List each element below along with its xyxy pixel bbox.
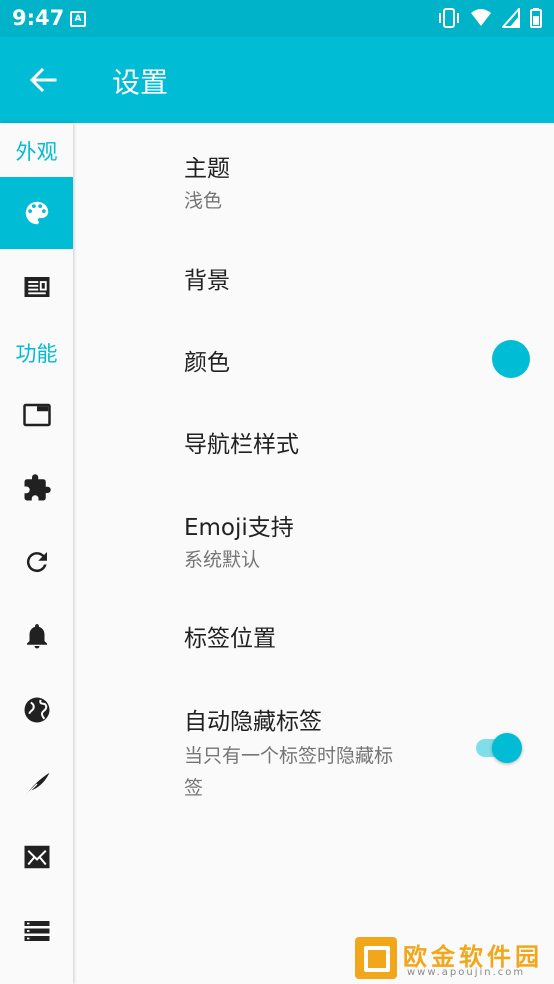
tab-icon	[22, 403, 51, 427]
page-title: 设置	[112, 66, 169, 99]
sidebar-item-refresh[interactable]	[0, 526, 73, 598]
toggle-thumb	[492, 733, 522, 763]
article-icon	[24, 277, 49, 297]
app-bar: 设置	[0, 37, 554, 123]
signal-icon	[502, 8, 520, 28]
pref-emoji-support[interactable]: Emoji支持 系统默认	[184, 508, 294, 576]
sidebar-item-notifications[interactable]	[0, 600, 73, 672]
notification-app-icon: A	[70, 11, 86, 27]
wifi-icon	[471, 9, 491, 26]
pref-title: 颜色	[184, 350, 230, 376]
pref-color[interactable]: 颜色	[184, 343, 230, 377]
pref-background[interactable]: 背景	[184, 261, 230, 295]
pref-title: 标签位置	[184, 626, 276, 652]
color-swatch[interactable]	[492, 340, 530, 378]
pref-summary-line: 签	[184, 777, 204, 799]
back-arrow-icon[interactable]	[28, 65, 58, 95]
status-icons	[438, 8, 542, 28]
palette-icon	[25, 201, 48, 225]
sidebar-item-storage[interactable]	[0, 895, 73, 967]
pref-theme[interactable]: 主题 浅色	[184, 149, 230, 217]
refresh-icon	[26, 552, 47, 573]
sidebar-item-appearance[interactable]	[0, 177, 73, 249]
pref-tab-position[interactable]: 标签位置	[184, 619, 276, 653]
battery-icon	[530, 8, 542, 28]
pref-summary: 当只有一个标签时隐藏标 签	[184, 740, 444, 804]
status-time: 9:47	[12, 6, 65, 30]
watermark-url: www.apoujin.com	[407, 967, 526, 978]
sidebar-item-mail[interactable]	[0, 821, 73, 893]
sidebar-item-network[interactable]	[0, 674, 73, 746]
sidebar: 外观 功能	[0, 123, 73, 984]
quill-icon	[24, 772, 49, 797]
sidebar-item-display[interactable]	[0, 251, 73, 323]
sidebar-section-features: 功能	[15, 342, 58, 366]
sidebar-section-appearance: 外观	[15, 140, 58, 164]
pref-summary: 浅色	[184, 190, 223, 212]
storage-icon	[24, 921, 49, 941]
globe-icon	[24, 697, 49, 723]
preferences-list: 主题 浅色 背景 颜色 导航栏样式 Emoji支持 系统默认 标签位置 自动隐藏…	[74, 123, 554, 984]
status-bar: 9:47 A	[0, 0, 554, 37]
sidebar-item-tabs[interactable]	[0, 379, 73, 451]
sidebar-item-writing[interactable]	[0, 748, 73, 820]
mail-icon	[24, 845, 49, 869]
pref-auto-hide-tabs[interactable]: 自动隐藏标签 当只有一个标签时隐藏标 签	[184, 702, 444, 804]
sidebar-item-extensions[interactable]	[0, 452, 73, 524]
watermark-logo	[355, 937, 397, 979]
pref-title: Emoji支持	[184, 515, 294, 541]
pref-navbar-style[interactable]: 导航栏样式	[184, 425, 299, 459]
vibrate-icon	[439, 8, 459, 28]
pref-title: 背景	[184, 268, 230, 294]
pref-summary: 系统默认	[184, 549, 261, 571]
watermark: 欧金软件园 www.apoujin.com	[355, 935, 550, 983]
extension-icon	[24, 474, 51, 501]
pref-title: 主题	[184, 156, 230, 182]
auto-hide-tabs-toggle[interactable]	[474, 731, 526, 765]
pref-title: 导航栏样式	[184, 432, 299, 458]
pref-title: 自动隐藏标签	[184, 709, 322, 735]
notification-icon	[26, 624, 47, 649]
pref-summary-line: 当只有一个标签时隐藏标	[184, 745, 394, 767]
